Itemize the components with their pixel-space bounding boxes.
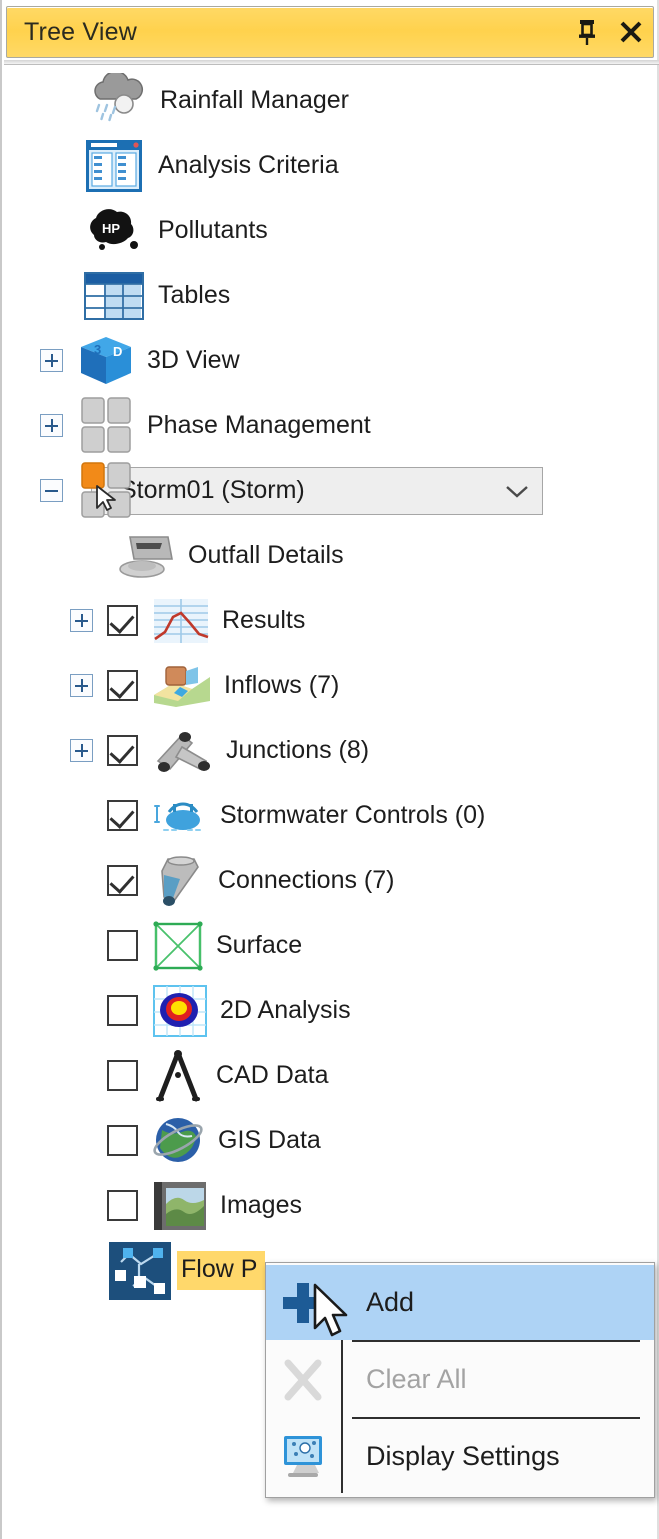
tree-item-junctions[interactable]: Junctions (8) — [2, 718, 657, 783]
tree-item-label: GIS Data — [218, 1126, 321, 1154]
titlebar-divider — [4, 60, 659, 65]
tree-item-label: Junctions (8) — [226, 736, 370, 764]
tables-icon — [84, 271, 144, 320]
gis-data-icon — [153, 1117, 203, 1162]
tree-item-label: Tables — [158, 281, 231, 309]
stormwater-controls-icon — [154, 801, 201, 831]
tree-item-2d-analysis[interactable]: 2D Analysis — [2, 978, 657, 1043]
tree-item-label: CAD Data — [216, 1061, 329, 1089]
tree-item-images[interactable]: Images — [2, 1173, 657, 1238]
tree-item-analysis-criteria[interactable]: Analysis Criteria — [2, 133, 657, 198]
tree-item-label: Phase Management — [147, 411, 371, 439]
tree-item-label: Inflows (7) — [224, 671, 340, 699]
tree-item-phase-management[interactable]: Phase Management — [2, 393, 657, 458]
context-menu-item-add[interactable]: Add — [266, 1265, 654, 1340]
inflows-icon — [154, 665, 210, 707]
tree-item-checkbox[interactable] — [107, 930, 138, 961]
clear-all-x-icon — [266, 1342, 340, 1417]
tree-item-label: Connections (7) — [218, 866, 395, 894]
tree-item-label: Outfall Details — [188, 541, 344, 569]
svg-text:D: D — [113, 344, 122, 359]
expander-plus-icon[interactable] — [70, 739, 93, 762]
tree-item-label: Stormwater Controls (0) — [220, 801, 486, 829]
images-icon — [154, 1181, 206, 1230]
tree-item-inflows[interactable]: Inflows (7) — [2, 653, 657, 718]
expander-plus-icon[interactable] — [70, 609, 93, 632]
svg-text:3: 3 — [94, 342, 101, 357]
tree-item-results[interactable]: Results — [2, 588, 657, 653]
plus-icon — [266, 1265, 340, 1340]
cad-data-icon — [156, 1049, 200, 1101]
panel-title: Tree View — [24, 17, 137, 46]
tree-item-label: Surface — [216, 931, 303, 959]
pollutants-icon: HP — [90, 208, 138, 250]
context-menu: Add Clear All Display Settings — [265, 1262, 655, 1498]
context-menu-item-label: Display Settings — [366, 1441, 560, 1471]
expander-plus-icon[interactable] — [40, 414, 63, 437]
combobox-value: Storm01 (Storm) — [120, 476, 305, 504]
tree-item-cad-data[interactable]: CAD Data — [2, 1043, 657, 1108]
pushpin-icon[interactable] — [565, 10, 609, 54]
panel-titlebar: Tree View — [6, 6, 654, 58]
surface-icon — [153, 920, 203, 971]
tree-item-checkbox[interactable] — [107, 995, 138, 1026]
context-menu-item-display-settings[interactable]: Display Settings — [266, 1419, 654, 1494]
tree-item-checkbox[interactable] — [107, 800, 138, 831]
tree-list: Rainfall Manager Analysis Criteria HP Po… — [2, 68, 657, 1303]
storm-phase-combobox[interactable]: Storm01 (Storm) — [91, 466, 543, 515]
tree-item-checkbox[interactable] — [107, 605, 138, 636]
tree-item-3d-view[interactable]: 3 D 3D View — [2, 328, 657, 393]
tree-item-checkbox[interactable] — [107, 735, 138, 766]
tree-item-checkbox[interactable] — [107, 670, 138, 701]
svg-text:HP: HP — [102, 221, 120, 236]
tree-item-gis-data[interactable]: GIS Data — [2, 1108, 657, 1173]
tree-item-label: Rainfall Manager — [160, 86, 349, 114]
tree-item-label: Images — [220, 1191, 302, 1219]
tree-item-checkbox[interactable] — [107, 1125, 138, 1156]
tree-item-rainfall-manager[interactable]: Rainfall Manager — [2, 68, 657, 133]
tree-item-tables[interactable]: Tables — [2, 263, 657, 328]
tree-item-checkbox[interactable] — [107, 865, 138, 896]
tree-item-label: Flow P — [177, 1251, 266, 1290]
expander-plus-icon[interactable] — [40, 349, 63, 372]
analysis-criteria-icon — [86, 139, 142, 192]
tree-item-connections[interactable]: Connections (7) — [2, 848, 657, 913]
tree-item-stormwater-controls[interactable]: Stormwater Controls (0) — [2, 783, 657, 848]
tree-item-outfall-details[interactable]: Outfall Details — [2, 523, 657, 588]
tree-item-label: 2D Analysis — [220, 996, 351, 1024]
cube-3d-icon: 3 D — [81, 336, 131, 384]
tree-view-panel: Tree View Rainfall Manager Analysis Crit… — [0, 0, 659, 1539]
outfall-icon — [119, 535, 173, 578]
tree-item-label: Results — [222, 606, 306, 634]
tree-item-label: Analysis Criteria — [158, 151, 339, 179]
tree-item-storm01[interactable]: Storm01 (Storm) — [2, 458, 657, 523]
flow-path-icon — [109, 1241, 171, 1300]
context-menu-item-label: Add — [366, 1287, 415, 1317]
connections-icon — [161, 855, 199, 906]
tree-item-surface[interactable]: Surface — [2, 913, 657, 978]
rain-cloud-icon — [94, 72, 144, 121]
expander-plus-icon[interactable] — [70, 674, 93, 697]
close-icon[interactable] — [609, 10, 653, 54]
tree-item-checkbox[interactable] — [107, 1190, 138, 1221]
display-settings-icon — [266, 1419, 340, 1494]
junctions-icon — [156, 731, 210, 772]
phase-active-icon — [81, 461, 131, 518]
tree-item-pollutants[interactable]: HP Pollutants — [2, 198, 657, 263]
chevron-down-icon[interactable] — [504, 483, 530, 499]
results-icon — [154, 598, 209, 643]
analysis-2d-icon — [153, 984, 207, 1037]
tree-item-checkbox[interactable] — [107, 1060, 138, 1091]
expander-minus-icon[interactable] — [40, 479, 63, 502]
tree-item-label: 3D View — [147, 346, 240, 374]
context-menu-item-clear-all[interactable]: Clear All — [266, 1342, 654, 1417]
tree-item-label: Pollutants — [158, 216, 268, 244]
context-menu-item-label: Clear All — [366, 1364, 467, 1394]
phase-management-icon — [81, 396, 131, 453]
